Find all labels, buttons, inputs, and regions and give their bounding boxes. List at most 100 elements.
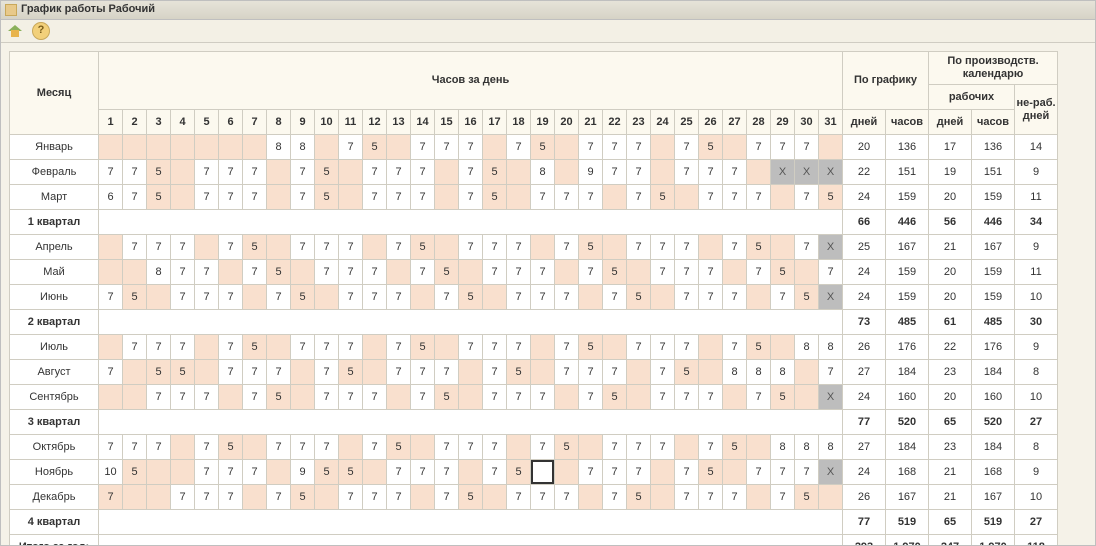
day-cell[interactable]	[483, 285, 507, 310]
day-cell[interactable]: 5	[507, 460, 531, 485]
day-cell[interactable]	[411, 485, 435, 510]
day-cell[interactable]	[579, 435, 603, 460]
day-cell[interactable]: 7	[195, 285, 219, 310]
day-cell[interactable]: 7	[675, 385, 699, 410]
home-button[interactable]	[5, 21, 25, 41]
day-cell[interactable]: 7	[507, 335, 531, 360]
day-cell[interactable]: 7	[99, 160, 123, 185]
day-cell[interactable]: 5	[603, 260, 627, 285]
day-cell[interactable]: 8	[147, 260, 171, 285]
day-cell[interactable]	[291, 360, 315, 385]
day-cell[interactable]: 7	[459, 435, 483, 460]
day-cell[interactable]: 7	[579, 185, 603, 210]
day-cell[interactable]: 5	[171, 360, 195, 385]
day-cell[interactable]: 5	[267, 260, 291, 285]
day-cell[interactable]: 7	[459, 335, 483, 360]
day-cell[interactable]: 5	[699, 460, 723, 485]
day-cell[interactable]	[795, 360, 819, 385]
day-cell[interactable]	[123, 135, 147, 160]
day-cell[interactable]: 7	[315, 360, 339, 385]
day-cell[interactable]: 7	[675, 235, 699, 260]
day-cell[interactable]	[315, 135, 339, 160]
day-cell[interactable]: 7	[675, 485, 699, 510]
day-cell[interactable]: 5	[147, 160, 171, 185]
day-cell[interactable]: 7	[627, 135, 651, 160]
day-cell[interactable]: 7	[651, 235, 675, 260]
day-cell[interactable]: 7	[387, 460, 411, 485]
day-cell[interactable]: 7	[99, 435, 123, 460]
day-cell[interactable]	[435, 235, 459, 260]
day-cell[interactable]	[555, 160, 579, 185]
day-cell[interactable]: 7	[243, 460, 267, 485]
day-cell[interactable]	[627, 385, 651, 410]
day-cell[interactable]: 5	[459, 485, 483, 510]
day-cell[interactable]: 7	[507, 260, 531, 285]
day-cell[interactable]	[243, 135, 267, 160]
day-cell[interactable]	[603, 335, 627, 360]
day-cell[interactable]	[675, 185, 699, 210]
day-cell[interactable]: 7	[291, 335, 315, 360]
day-cell[interactable]: 7	[603, 435, 627, 460]
day-cell[interactable]: 7	[603, 135, 627, 160]
day-cell[interactable]: 7	[195, 385, 219, 410]
day-cell[interactable]: 7	[387, 335, 411, 360]
day-cell[interactable]: 7	[795, 460, 819, 485]
day-cell[interactable]: 7	[555, 335, 579, 360]
day-cell[interactable]: 8	[267, 135, 291, 160]
day-cell[interactable]: 5	[315, 160, 339, 185]
day-cell[interactable]	[99, 235, 123, 260]
day-cell[interactable]: 7	[195, 160, 219, 185]
day-cell[interactable]: 7	[411, 185, 435, 210]
day-cell[interactable]: 7	[243, 185, 267, 210]
day-cell[interactable]: 7	[507, 285, 531, 310]
day-cell[interactable]	[195, 235, 219, 260]
day-cell[interactable]	[627, 260, 651, 285]
day-cell[interactable]: 7	[195, 485, 219, 510]
day-cell[interactable]: 7	[387, 185, 411, 210]
day-cell[interactable]: 7	[219, 360, 243, 385]
day-cell[interactable]: 5	[291, 285, 315, 310]
day-cell[interactable]: 7	[699, 160, 723, 185]
day-cell[interactable]	[171, 460, 195, 485]
day-cell[interactable]: 7	[315, 235, 339, 260]
day-cell[interactable]: 7	[819, 360, 843, 385]
day-cell[interactable]: 9	[291, 460, 315, 485]
day-cell[interactable]	[651, 460, 675, 485]
day-cell[interactable]: 7	[459, 135, 483, 160]
day-cell[interactable]: 5	[315, 460, 339, 485]
day-cell[interactable]	[723, 135, 747, 160]
day-cell[interactable]: 8	[795, 435, 819, 460]
day-cell[interactable]: 7	[555, 485, 579, 510]
day-cell[interactable]: 7	[171, 260, 195, 285]
day-cell[interactable]: 7	[675, 160, 699, 185]
day-cell[interactable]	[507, 435, 531, 460]
day-cell[interactable]: 7	[123, 185, 147, 210]
day-cell[interactable]: 7	[459, 235, 483, 260]
day-cell[interactable]: 5	[675, 360, 699, 385]
day-cell[interactable]: 7	[195, 435, 219, 460]
day-cell[interactable]: 5	[243, 335, 267, 360]
day-cell[interactable]	[411, 435, 435, 460]
day-cell[interactable]: 5	[363, 135, 387, 160]
day-cell[interactable]: 7	[651, 260, 675, 285]
day-cell[interactable]: 7	[795, 235, 819, 260]
day-cell[interactable]: 7	[603, 460, 627, 485]
day-cell[interactable]: 7	[675, 460, 699, 485]
day-cell[interactable]: 7	[627, 335, 651, 360]
day-cell[interactable]: 7	[579, 360, 603, 385]
day-cell[interactable]: 10	[99, 460, 123, 485]
day-cell[interactable]: 7	[99, 360, 123, 385]
day-cell[interactable]: 7	[699, 260, 723, 285]
day-cell[interactable]	[795, 385, 819, 410]
day-cell[interactable]: 7	[675, 260, 699, 285]
day-cell[interactable]: 8	[795, 335, 819, 360]
day-cell[interactable]	[531, 460, 555, 485]
day-cell[interactable]	[147, 485, 171, 510]
day-cell[interactable]: 7	[435, 360, 459, 385]
day-cell[interactable]: 7	[555, 285, 579, 310]
day-cell[interactable]	[171, 435, 195, 460]
day-cell[interactable]	[363, 235, 387, 260]
day-cell[interactable]: 5	[339, 360, 363, 385]
day-cell[interactable]	[267, 185, 291, 210]
day-cell[interactable]: 7	[627, 235, 651, 260]
